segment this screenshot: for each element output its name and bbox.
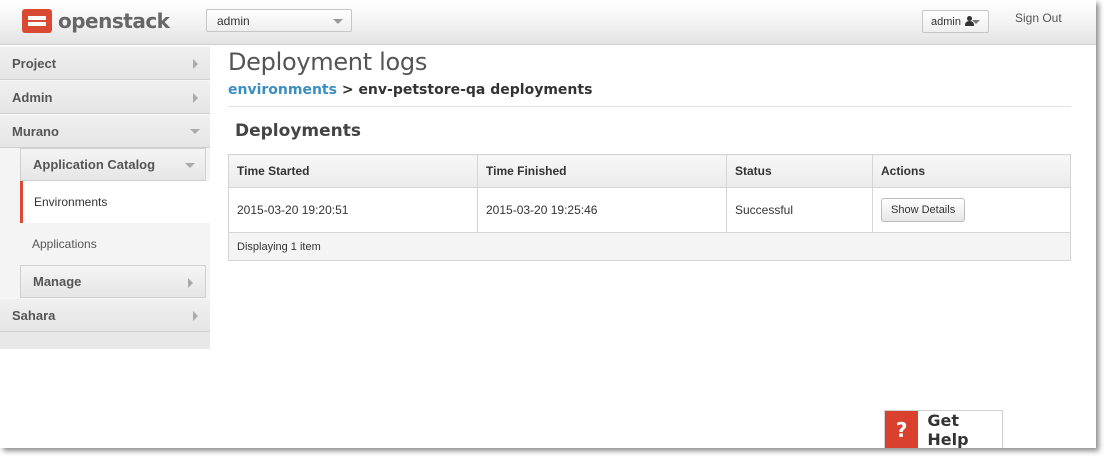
breadcrumb-link-environments[interactable]: environments xyxy=(228,82,337,98)
sidebar-item-label: Application Catalog xyxy=(33,157,156,172)
user-icon xyxy=(964,16,975,27)
main-content: Deployment logs environments > env-petst… xyxy=(228,46,1071,261)
murano-submenu: Application Catalog Environments Applica… xyxy=(0,148,210,298)
brand-logo[interactable]: openstack xyxy=(22,9,170,33)
top-bar: openstack admin admin Sign Out xyxy=(0,0,1096,45)
table-footer-row: Displaying 1 item xyxy=(228,232,1071,261)
table-footer-count: Displaying 1 item xyxy=(228,232,1071,261)
openstack-logo-icon xyxy=(22,9,52,33)
divider xyxy=(228,106,1071,107)
chevron-down-icon xyxy=(190,129,200,134)
show-details-button[interactable]: Show Details xyxy=(881,198,966,222)
sidebar-item-sahara[interactable]: Sahara xyxy=(0,298,210,332)
column-header-time-finished[interactable]: Time Finished xyxy=(477,154,727,188)
question-icon: ? xyxy=(885,411,919,448)
sidebar-item-label: Murano xyxy=(12,123,59,139)
column-header-actions: Actions xyxy=(872,154,1071,188)
sign-out-link[interactable]: Sign Out xyxy=(1015,11,1062,25)
sidebar-item-admin[interactable]: Admin xyxy=(0,80,210,114)
sidebar-item-label: Applications xyxy=(32,237,97,251)
sidebar-item-environments[interactable]: Environments xyxy=(20,181,210,223)
section-title: Deployments xyxy=(235,121,361,141)
sidebar-item-label: Sahara xyxy=(12,307,56,323)
table-header-row: Time Started Time Finished Status Action… xyxy=(228,154,1071,188)
sidebar-item-application-catalog[interactable]: Application Catalog xyxy=(20,148,206,181)
breadcrumb: environments > env-petstore-qa deploymen… xyxy=(228,82,1071,98)
cell-actions: Show Details xyxy=(872,187,1071,233)
sidebar-item-murano[interactable]: Murano xyxy=(0,114,210,148)
chevron-right-icon xyxy=(188,278,193,288)
sidebar-item-label: Project xyxy=(12,55,57,71)
cell-time-finished: 2015-03-20 19:25:46 xyxy=(477,187,727,233)
sidebar-item-label: Environments xyxy=(34,195,108,209)
column-header-status[interactable]: Status xyxy=(726,154,873,188)
sidebar-item-manage[interactable]: Manage xyxy=(20,265,206,298)
deployments-table: Time Started Time Finished Status Action… xyxy=(228,154,1071,261)
breadcrumb-current: env-petstore-qa deployments xyxy=(358,82,593,98)
sidebar-item-applications[interactable]: Applications xyxy=(20,223,206,265)
page-title: Deployment logs xyxy=(228,48,428,76)
user-menu-label: admin xyxy=(931,15,961,28)
user-menu-button[interactable]: admin xyxy=(922,10,989,33)
cell-time-started: 2015-03-20 19:20:51 xyxy=(228,187,478,233)
breadcrumb-separator: > xyxy=(341,82,354,98)
sidebar-item-label: Admin xyxy=(12,89,53,105)
table-row: 2015-03-20 19:20:51 2015-03-20 19:25:46 … xyxy=(228,187,1071,233)
sidebar: Project Admin Murano Application Catalog… xyxy=(0,46,210,349)
chevron-right-icon xyxy=(193,59,198,69)
column-header-time-started[interactable]: Time Started xyxy=(228,154,478,188)
chevron-down-icon xyxy=(185,163,195,168)
chevron-right-icon xyxy=(193,93,198,103)
app-window: openstack admin admin Sign Out Project A… xyxy=(0,0,1096,448)
chevron-right-icon xyxy=(193,311,198,321)
get-help-button[interactable]: ? Get Help xyxy=(884,410,1003,448)
project-selector[interactable]: admin xyxy=(206,9,352,32)
brand-name: openstack xyxy=(58,9,170,33)
sidebar-item-project[interactable]: Project xyxy=(0,46,210,80)
chevron-down-icon xyxy=(333,19,343,24)
cell-status: Successful xyxy=(726,187,873,233)
project-selector-value: admin xyxy=(217,14,250,28)
get-help-label: Get Help xyxy=(927,410,969,449)
sidebar-item-label: Manage xyxy=(33,274,82,289)
